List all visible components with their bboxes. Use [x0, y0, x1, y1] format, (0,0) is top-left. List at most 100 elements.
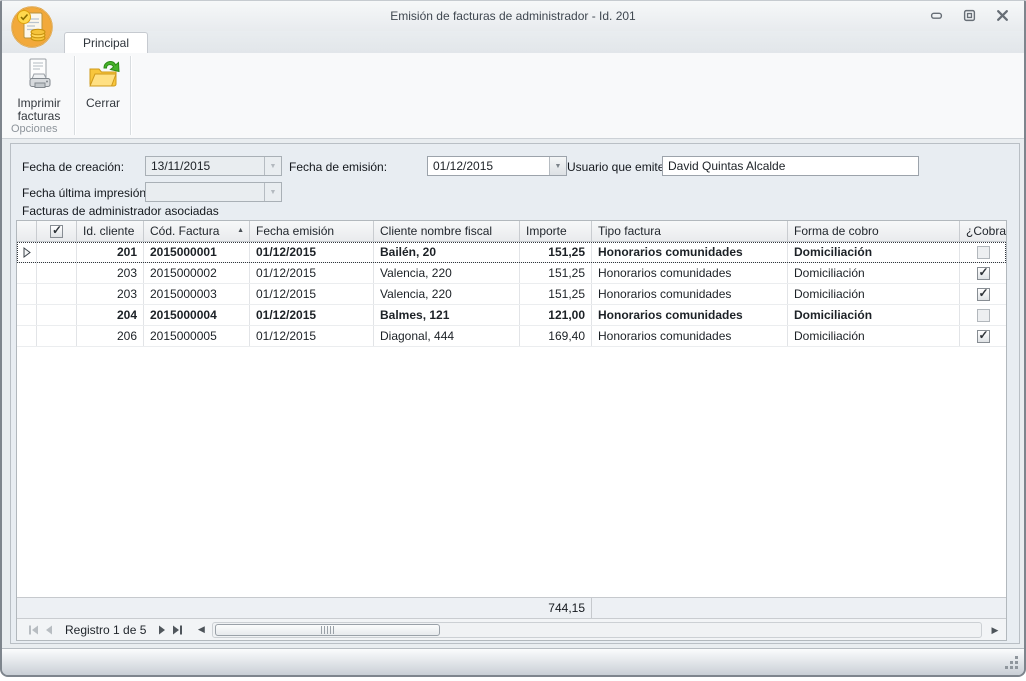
cobrada-checkbox[interactable] — [977, 330, 990, 343]
minimize-icon[interactable] — [928, 8, 944, 22]
ribbon-tab-strip — [2, 31, 1024, 53]
cell-tipo-factura[interactable]: Honorarios comunidades — [592, 305, 788, 325]
cell-cliente[interactable]: Valencia, 220 — [374, 284, 520, 304]
table-row[interactable]: 203 2015000003 01/12/2015 Valencia, 220 … — [17, 284, 1006, 305]
row-indicator-cell — [17, 305, 37, 325]
cell-importe[interactable]: 151,25 — [520, 242, 592, 262]
row-indicator-cell — [17, 284, 37, 304]
cell-forma-cobro[interactable]: Domiciliación — [788, 263, 960, 283]
select-all-column-header[interactable] — [37, 221, 77, 241]
cerrar-button[interactable]: Cerrar — [79, 57, 127, 123]
cell-fecha-emision[interactable]: 01/12/2015 — [250, 242, 374, 262]
facturas-grid: Id. cliente Cód. Factura▲ Fecha emisión … — [16, 220, 1007, 641]
cell-importe[interactable]: 169,40 — [520, 326, 592, 346]
ribbon-group-separator — [74, 56, 75, 135]
cell-id-cliente[interactable]: 204 — [77, 305, 144, 325]
fecha-creacion-value: 13/11/2015 — [151, 159, 210, 173]
cell-forma-cobro[interactable]: Domiciliación — [788, 284, 960, 304]
cell-cobrada[interactable] — [960, 263, 1006, 283]
cell-cod-factura[interactable]: 2015000002 — [144, 263, 250, 283]
cell-cod-factura[interactable]: 2015000004 — [144, 305, 250, 325]
row-select-cell[interactable] — [37, 263, 77, 283]
tab-principal[interactable]: Principal — [64, 32, 148, 54]
cell-tipo-factura[interactable]: Honorarios comunidades — [592, 263, 788, 283]
grid-header-row: Id. cliente Cód. Factura▲ Fecha emisión … — [17, 221, 1006, 242]
cell-id-cliente[interactable]: 203 — [77, 284, 144, 304]
resize-grip[interactable] — [1005, 656, 1019, 670]
cobrada-checkbox[interactable] — [977, 267, 990, 280]
previous-record-icon[interactable] — [41, 623, 57, 637]
cell-id-cliente[interactable]: 201 — [77, 242, 144, 262]
row-indicator-cell — [17, 263, 37, 283]
table-row[interactable]: 204 2015000004 01/12/2015 Balmes, 121 12… — [17, 305, 1006, 326]
row-select-cell[interactable] — [37, 326, 77, 346]
printer-document-icon — [22, 57, 56, 94]
last-record-icon[interactable] — [170, 623, 186, 637]
usuario-emite-field[interactable]: David Quintas Alcalde — [662, 156, 919, 176]
cell-tipo-factura[interactable]: Honorarios comunidades — [592, 284, 788, 304]
cell-tipo-factura[interactable]: Honorarios comunidades — [592, 242, 788, 262]
fecha-emision-field[interactable]: 01/12/2015 ▼ — [427, 156, 567, 176]
cell-cliente[interactable]: Balmes, 121 — [374, 305, 520, 325]
chevron-down-icon: ▼ — [264, 157, 281, 175]
record-position-text: Registro 1 de 5 — [65, 623, 146, 637]
column-header-cobrada[interactable]: ¿Cobrada? — [960, 221, 1006, 241]
cell-fecha-emision[interactable]: 01/12/2015 — [250, 263, 374, 283]
close-icon[interactable] — [994, 8, 1010, 22]
cobrada-checkbox[interactable] — [977, 288, 990, 301]
select-all-checkbox[interactable] — [50, 225, 63, 238]
column-header-cod-factura[interactable]: Cód. Factura▲ — [144, 221, 250, 241]
cell-forma-cobro[interactable]: Domiciliación — [788, 326, 960, 346]
row-select-cell[interactable] — [37, 284, 77, 304]
column-header-cliente[interactable]: Cliente nombre fiscal — [374, 221, 520, 241]
table-row[interactable]: 206 2015000005 01/12/2015 Diagonal, 444 … — [17, 326, 1006, 347]
cell-importe[interactable]: 151,25 — [520, 263, 592, 283]
first-record-icon[interactable] — [25, 623, 41, 637]
column-header-tipo-factura[interactable]: Tipo factura — [592, 221, 788, 241]
column-header-forma-cobro[interactable]: Forma de cobro — [788, 221, 960, 241]
cell-importe[interactable]: 121,00 — [520, 305, 592, 325]
table-row[interactable]: 203 2015000002 01/12/2015 Valencia, 220 … — [17, 263, 1006, 284]
cell-fecha-emision[interactable]: 01/12/2015 — [250, 326, 374, 346]
cobrada-checkbox[interactable] — [977, 246, 990, 259]
column-header-id-cliente[interactable]: Id. cliente — [77, 221, 144, 241]
scrollbar-thumb[interactable] — [215, 624, 440, 636]
row-select-cell[interactable] — [37, 305, 77, 325]
cell-id-cliente[interactable]: 203 — [77, 263, 144, 283]
scroll-right-icon[interactable]: ▶ — [988, 623, 1002, 637]
status-bar — [2, 648, 1024, 675]
horizontal-scrollbar[interactable] — [212, 622, 982, 638]
fecha-creacion-field: 13/11/2015 ▼ — [145, 156, 282, 176]
maximize-icon[interactable] — [961, 8, 977, 22]
cell-id-cliente[interactable]: 206 — [77, 326, 144, 346]
cell-cliente[interactable]: Bailén, 20 — [374, 242, 520, 262]
column-header-fecha-emision[interactable]: Fecha emisión — [250, 221, 374, 241]
invoice-coins-icon — [10, 4, 54, 50]
cell-cobrada[interactable] — [960, 242, 1006, 262]
cell-fecha-emision[interactable]: 01/12/2015 — [250, 305, 374, 325]
row-select-cell[interactable] — [37, 242, 77, 262]
cell-cobrada[interactable] — [960, 284, 1006, 304]
table-row[interactable]: 201 2015000001 01/12/2015 Bailén, 20 151… — [17, 242, 1006, 263]
cell-cobrada[interactable] — [960, 305, 1006, 325]
column-header-importe[interactable]: Importe — [520, 221, 592, 241]
fecha-emision-label: Fecha de emisión: — [289, 160, 387, 174]
ribbon: Imprimir facturas Cerrar Opciones — [2, 53, 1024, 139]
cell-forma-cobro[interactable]: Domiciliación — [788, 305, 960, 325]
cell-cod-factura[interactable]: 2015000001 — [144, 242, 250, 262]
cell-cliente[interactable]: Valencia, 220 — [374, 263, 520, 283]
chevron-down-icon[interactable]: ▼ — [549, 157, 566, 175]
cell-forma-cobro[interactable]: Domiciliación — [788, 242, 960, 262]
cell-tipo-factura[interactable]: Honorarios comunidades — [592, 326, 788, 346]
scroll-left-icon[interactable]: ◀ — [194, 623, 208, 637]
cell-cobrada[interactable] — [960, 326, 1006, 346]
imprimir-facturas-button[interactable]: Imprimir facturas — [7, 57, 71, 123]
cell-cod-factura[interactable]: 2015000003 — [144, 284, 250, 304]
fecha-creacion-label: Fecha de creación: — [22, 160, 124, 174]
cell-cod-factura[interactable]: 2015000005 — [144, 326, 250, 346]
cell-cliente[interactable]: Diagonal, 444 — [374, 326, 520, 346]
cell-importe[interactable]: 151,25 — [520, 284, 592, 304]
next-record-icon[interactable] — [154, 623, 170, 637]
cell-fecha-emision[interactable]: 01/12/2015 — [250, 284, 374, 304]
cobrada-checkbox[interactable] — [977, 309, 990, 322]
